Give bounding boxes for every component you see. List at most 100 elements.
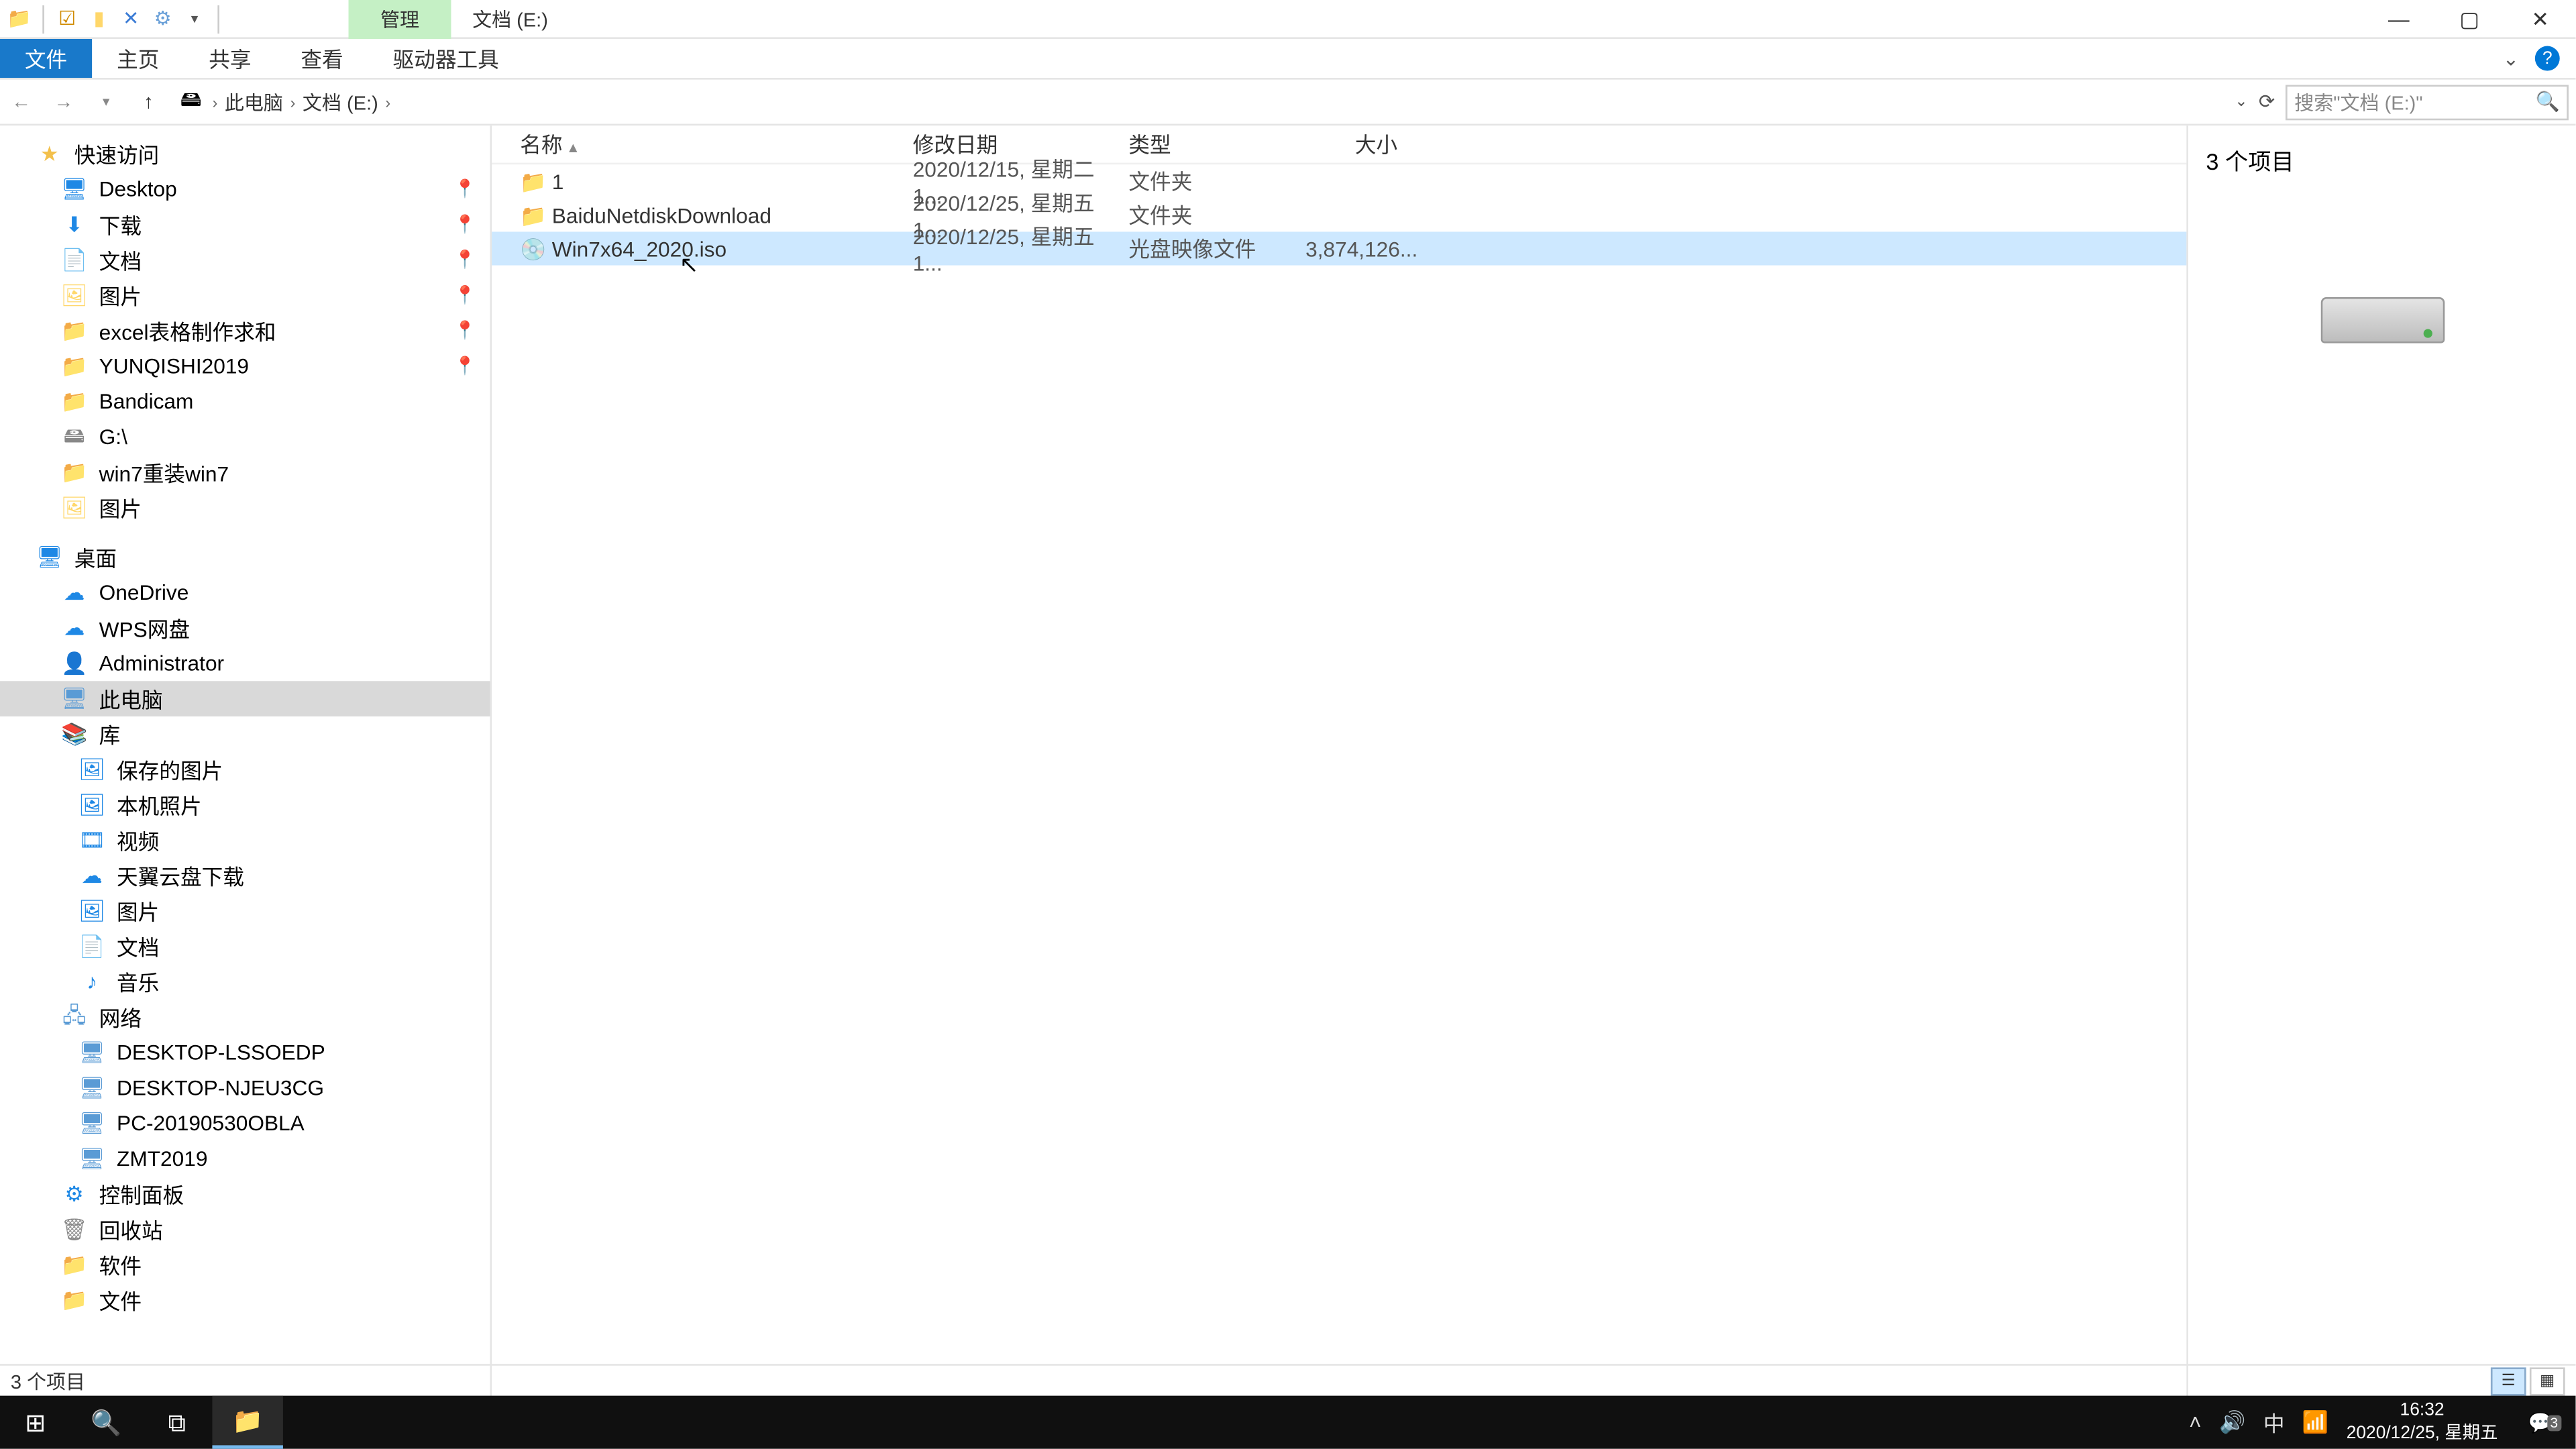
column-type[interactable]: 类型: [1128, 129, 1305, 160]
breadcrumb-current[interactable]: 文档 (E:): [303, 88, 378, 116]
nav-item[interactable]: 🖥ZMT2019: [0, 1141, 490, 1177]
close-button[interactable]: ✕: [2505, 0, 2575, 38]
chevron-right-icon[interactable]: ›: [290, 93, 295, 110]
navigation-pane[interactable]: ★快速访问 🖥Desktop📍 ⬇下载📍 📄文档📍 🖼图片📍 📁excel表格制…: [0, 125, 492, 1417]
nav-item[interactable]: 🎞视频: [0, 822, 490, 858]
file-type: 光盘映像文件: [1128, 233, 1305, 264]
ime-indicator[interactable]: 中: [2263, 1407, 2285, 1438]
ribbon-tab-share[interactable]: 共享: [184, 39, 276, 78]
drive-icon: 🖴: [60, 419, 89, 455]
nav-item[interactable]: 🖥Desktop📍: [0, 172, 490, 207]
folder-icon: 📁: [60, 319, 89, 343]
address-bar-row: ← → ▾ ↑ 🖴 › 此电脑 › 文档 (E:) › ⌄ ⟳ 搜索"文档 (E…: [0, 80, 2575, 126]
breadcrumb-this-pc[interactable]: 此电脑: [225, 88, 283, 116]
nav-desktop[interactable]: 🖥桌面: [0, 539, 490, 575]
nav-recent-dropdown[interactable]: ▾: [85, 94, 127, 110]
contextual-tab-drive-tools[interactable]: 管理: [348, 0, 451, 38]
taskbar-file-explorer[interactable]: 📁: [212, 1396, 282, 1449]
action-center-button[interactable]: 💬 3: [2516, 1411, 2565, 1434]
nav-item[interactable]: 🖴G:\: [0, 419, 490, 455]
nav-back-button[interactable]: ←: [0, 91, 42, 113]
qa-close-icon[interactable]: ✕: [119, 6, 144, 31]
pc-icon: 🖥: [78, 1040, 106, 1065]
nav-quick-access[interactable]: ★快速访问: [0, 136, 490, 172]
chevron-right-icon[interactable]: ›: [385, 93, 390, 110]
window-title-location: 文档 (E:): [451, 5, 569, 33]
search-icon[interactable]: 🔍: [2536, 90, 2560, 113]
search-box[interactable]: 搜索"文档 (E:)" 🔍: [2286, 84, 2569, 119]
file-row[interactable]: 📁 BaiduNetdiskDownload 2020/12/25, 星期五 1…: [492, 198, 2186, 231]
chevron-right-icon[interactable]: ›: [212, 93, 217, 110]
nav-recycle-bin[interactable]: 🗑回收站: [0, 1212, 490, 1247]
ribbon-tab-drive-tools[interactable]: 驱动器工具: [368, 39, 524, 78]
nav-item[interactable]: ☁天翼云盘下载: [0, 858, 490, 894]
nav-item[interactable]: 🖼图片: [0, 894, 490, 929]
taskbar-clock[interactable]: 16:32 2020/12/25, 星期五: [2347, 1399, 2498, 1446]
nav-up-button[interactable]: ↑: [127, 91, 170, 113]
nav-forward-button[interactable]: →: [42, 91, 85, 113]
task-view-button[interactable]: ⧉: [142, 1396, 212, 1449]
nav-item[interactable]: ☁WPS网盘: [0, 610, 490, 646]
file-row[interactable]: 📁 1 2020/12/15, 星期二 1... 文件夹: [492, 164, 2186, 198]
nav-item[interactable]: 🖼本机照片: [0, 787, 490, 822]
nav-item[interactable]: 📁软件: [0, 1247, 490, 1283]
ribbon-tab-home[interactable]: 主页: [92, 39, 184, 78]
breadcrumb-bar[interactable]: 🖴 › 此电脑 › 文档 (E:) ›: [170, 88, 2235, 116]
qa-dropdown-icon[interactable]: ▾: [182, 6, 207, 31]
ribbon-tab-file[interactable]: 文件: [0, 39, 92, 78]
view-details-button[interactable]: ☰: [2491, 1366, 2526, 1395]
nav-item[interactable]: 📁文件: [0, 1283, 490, 1318]
nav-item[interactable]: ♪音乐: [0, 964, 490, 1000]
column-name[interactable]: 名称▲: [520, 129, 912, 160]
column-size[interactable]: 大小: [1305, 129, 1411, 160]
folder-icon: 📁: [520, 203, 551, 227]
pc-icon: 🖥: [78, 1146, 106, 1171]
pin-icon: 📍: [454, 215, 476, 234]
qa-gear-icon[interactable]: ⚙: [150, 6, 175, 31]
ribbon-tab-view[interactable]: 查看: [276, 39, 368, 78]
nav-item[interactable]: 🖥DESKTOP-NJEU3CG: [0, 1070, 490, 1106]
title-bar: 📁 ☑ ▮ ✕ ⚙ ▾ 管理 文档 (E:) — ▢ ✕: [0, 0, 2575, 39]
nav-item[interactable]: ☁OneDrive: [0, 575, 490, 610]
file-name: Win7x64_2020.iso: [552, 236, 913, 261]
network-tray-icon[interactable]: 📶: [2302, 1410, 2328, 1435]
clock-date: 2020/12/25, 星期五: [2347, 1422, 2498, 1445]
nav-item[interactable]: ⬇下载📍: [0, 207, 490, 243]
nav-item[interactable]: 📄文档: [0, 928, 490, 964]
maximize-button[interactable]: ▢: [2434, 0, 2505, 38]
nav-item[interactable]: 🖼图片: [0, 490, 490, 525]
nav-control-panel[interactable]: ⚙控制面板: [0, 1177, 490, 1212]
file-row-selected[interactable]: 💿 Win7x64_2020.iso 2020/12/25, 星期五 1... …: [492, 231, 2186, 265]
nav-item[interactable]: 🖼图片📍: [0, 278, 490, 313]
refresh-button[interactable]: ⟳: [2259, 90, 2275, 113]
nav-item[interactable]: 📁Bandicam: [0, 384, 490, 419]
document-icon: 📄: [60, 248, 89, 272]
qa-checkbox-icon[interactable]: ☑: [55, 6, 80, 31]
minimize-button[interactable]: —: [2363, 0, 2434, 38]
nav-item[interactable]: 🖼保存的图片: [0, 752, 490, 788]
nav-item[interactable]: 📁excel表格制作求和📍: [0, 313, 490, 349]
tray-overflow-icon[interactable]: ˄: [2189, 1410, 2202, 1435]
nav-this-pc[interactable]: 🖥此电脑: [0, 681, 490, 716]
nav-item[interactable]: 🖥PC-20190530OBLA: [0, 1106, 490, 1141]
ribbon-expand-icon[interactable]: ⌄: [2503, 47, 2519, 70]
address-history-dropdown[interactable]: ⌄: [2235, 92, 2248, 111]
music-icon: ♪: [78, 969, 106, 994]
file-list-area[interactable]: 名称▲ 修改日期 类型 大小 📁 1 2020/12/15, 星期二 1... …: [492, 125, 2186, 1417]
nav-libraries[interactable]: 📚库: [0, 716, 490, 752]
help-button[interactable]: ?: [2530, 41, 2565, 76]
nav-item[interactable]: 📁win7重装win7: [0, 455, 490, 490]
onedrive-icon: ☁: [60, 580, 89, 605]
view-icons-button[interactable]: ▦: [2530, 1366, 2565, 1395]
picture-icon: 🖼: [60, 283, 89, 308]
qa-folder-icon[interactable]: ▮: [87, 6, 111, 31]
search-taskbar-button[interactable]: 🔍: [70, 1396, 141, 1449]
nav-item[interactable]: 📄文档📍: [0, 242, 490, 278]
nav-item[interactable]: 📁YUNQISHI2019📍: [0, 348, 490, 384]
folder-icon: 📁: [60, 389, 89, 414]
start-button[interactable]: ⊞: [0, 1396, 70, 1449]
volume-icon[interactable]: 🔊: [2219, 1410, 2245, 1435]
nav-item[interactable]: 👤Administrator: [0, 646, 490, 682]
nav-network[interactable]: 🖧网络: [0, 1000, 490, 1035]
nav-item[interactable]: 🖥DESKTOP-LSSOEDP: [0, 1035, 490, 1071]
